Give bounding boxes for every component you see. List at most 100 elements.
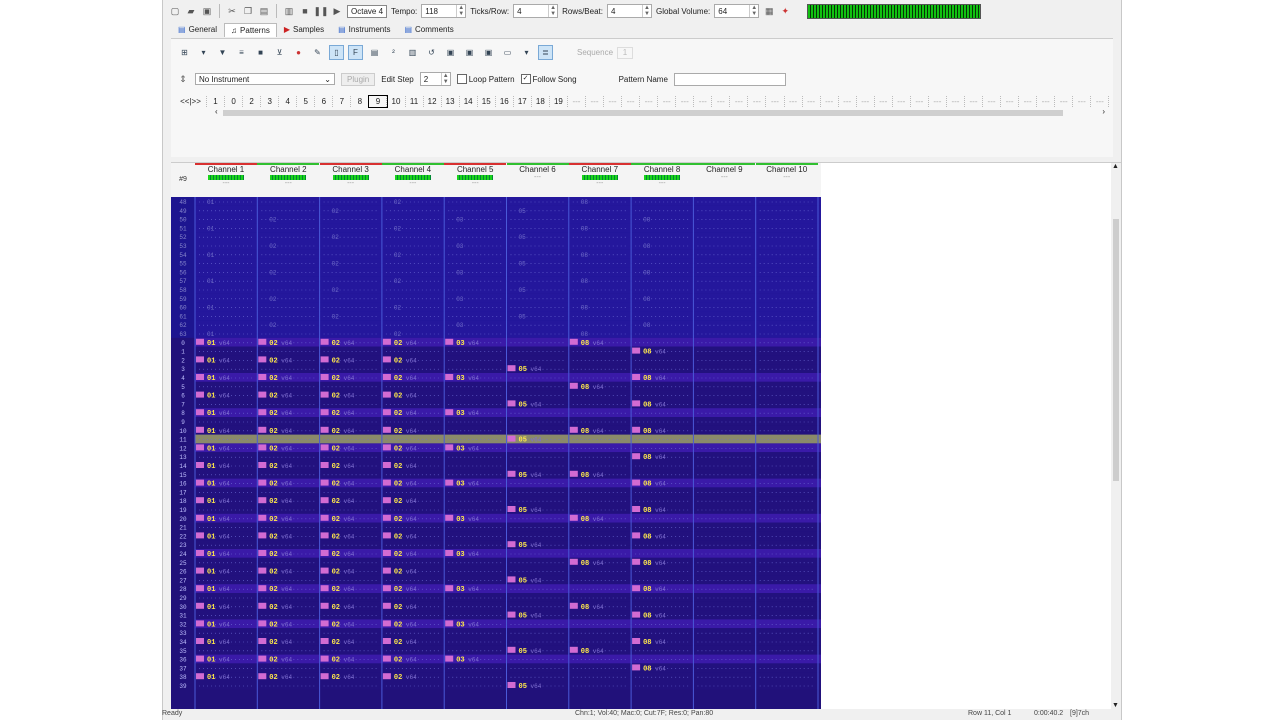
order-empty[interactable]: --- xyxy=(983,96,1002,107)
instrument-spin-icon[interactable]: ⇕ xyxy=(177,73,189,85)
checkmark-icon[interactable]: ✓ xyxy=(520,74,531,84)
channel-header-item[interactable]: Channel 7 --- xyxy=(568,163,631,197)
format-icon[interactable]: F xyxy=(348,45,363,60)
order-empty[interactable]: --- xyxy=(1037,96,1056,107)
order-empty[interactable]: --- xyxy=(839,96,857,107)
order-empty[interactable]: --- xyxy=(604,96,623,107)
order-empty[interactable]: --- xyxy=(821,96,839,107)
order-empty[interactable]: --- xyxy=(748,96,767,107)
order-empty[interactable]: --- xyxy=(1091,96,1110,107)
pause-icon[interactable]: ❚❚ xyxy=(313,5,328,17)
spin-arrows-icon[interactable]: ▲ ▼ xyxy=(456,5,465,17)
order-item[interactable]: 7 xyxy=(333,96,352,107)
channel-header-item[interactable]: Channel 1 --- xyxy=(195,163,257,197)
channel-header-item[interactable]: Channel 4 --- xyxy=(381,163,444,197)
order-empty[interactable]: --- xyxy=(676,96,695,107)
delete-icon[interactable]: ▣ xyxy=(481,45,496,60)
tab-comments[interactable]: ▤ Comments xyxy=(397,23,460,37)
spin-arrows-icon[interactable]: ▲ ▼ xyxy=(440,73,450,85)
order-empty[interactable]: --- xyxy=(1073,96,1092,107)
channel-header-item[interactable]: Channel 5 --- xyxy=(444,163,507,197)
channel-manager-icon[interactable]: ▭ xyxy=(500,45,515,60)
play-icon[interactable]: ▶ xyxy=(331,5,343,17)
undo-icon[interactable]: ↺ xyxy=(424,45,439,60)
order-empty[interactable]: --- xyxy=(1001,96,1020,107)
panic-icon[interactable]: ✦ xyxy=(779,5,791,17)
order-item[interactable]: 5 xyxy=(297,96,316,107)
order-empty[interactable]: --- xyxy=(857,96,875,107)
pen-icon[interactable]: ✎ xyxy=(310,45,325,60)
order-item[interactable]: 2 xyxy=(243,96,262,107)
order-empty[interactable]: --- xyxy=(568,96,586,107)
order-item[interactable]: 6 xyxy=(315,96,334,107)
order-item[interactable]: 10 xyxy=(387,96,406,107)
order-scrollbar[interactable]: ‹ › xyxy=(215,107,1105,117)
order-empty[interactable]: --- xyxy=(730,96,749,107)
order-item[interactable]: 12 xyxy=(424,96,442,107)
edit-step-spinner[interactable]: 2 ▲ ▼ xyxy=(419,72,451,86)
pattern-name-input[interactable] xyxy=(673,72,786,86)
spin-arrows-icon[interactable]: ▲ ▼ xyxy=(641,5,651,17)
order-item[interactable]: 1 xyxy=(207,96,226,107)
save-icon[interactable]: ▣ xyxy=(201,5,213,17)
order-item[interactable]: 0 xyxy=(225,96,244,107)
order-item[interactable]: 18 xyxy=(532,96,550,107)
tab-patterns[interactable]: ♫ Patterns xyxy=(224,23,277,37)
spin-arrows-icon[interactable]: ▲ ▼ xyxy=(749,5,758,17)
record-icon[interactable]: ⊻ xyxy=(272,45,287,60)
tab-samples[interactable]: ▶ Samples xyxy=(277,23,331,37)
new-icon[interactable]: ▢ xyxy=(169,5,181,17)
order-empty[interactable]: --- xyxy=(694,96,713,107)
order-empty[interactable]: --- xyxy=(1055,96,1074,107)
scroll-left-icon[interactable]: ‹ xyxy=(215,107,218,116)
order-empty[interactable]: --- xyxy=(875,96,893,107)
overflow-paste-icon[interactable]: ≣ xyxy=(538,45,553,60)
channel-header-item[interactable]: Channel 6 --- xyxy=(506,163,569,197)
scroll-thumb[interactable] xyxy=(223,110,1063,116)
order-item[interactable]: 17 xyxy=(514,96,532,107)
new-pattern-icon[interactable]: ⊞ xyxy=(177,45,192,60)
tab-general[interactable]: ▤ General xyxy=(171,23,224,37)
cut-icon[interactable]: ✂ xyxy=(226,5,238,17)
order-item[interactable]: 14 xyxy=(460,96,478,107)
split-keyboard-icon[interactable]: ▯ xyxy=(329,45,344,60)
channel-header-item[interactable]: Channel 3 --- xyxy=(319,163,382,197)
metronome-icon[interactable]: ▦ xyxy=(763,5,775,17)
copy-icon[interactable]: ❐ xyxy=(242,5,254,17)
ticks-spinner[interactable]: 4 ▲ ▼ xyxy=(513,4,559,18)
shrink-icon[interactable]: ▥ xyxy=(405,45,420,60)
midi-icon[interactable]: ▥ xyxy=(283,5,295,17)
properties-icon[interactable]: ▤ xyxy=(367,45,382,60)
sequence-value[interactable]: 1 xyxy=(617,46,634,59)
instrument-select[interactable]: No Instrument ⌄ xyxy=(195,73,335,85)
play-row-icon[interactable]: ≡ xyxy=(234,45,249,60)
order-empty[interactable]: --- xyxy=(803,96,821,107)
spin-arrows-icon[interactable]: ▲ ▼ xyxy=(548,5,557,17)
order-item[interactable]: 8 xyxy=(351,96,370,107)
order-item[interactable]: 19 xyxy=(550,96,568,107)
order-nav[interactable]: <<|>> xyxy=(175,96,207,107)
dropdown-icon[interactable]: ▾ xyxy=(519,45,534,60)
octave-select[interactable]: Octave 4 xyxy=(347,4,388,18)
order-item[interactable]: 9 xyxy=(368,95,389,108)
stop-icon[interactable]: ■ xyxy=(299,5,311,17)
scroll-right-icon[interactable]: › xyxy=(1102,107,1105,116)
scroll-up-icon[interactable]: ▲ xyxy=(1112,163,1119,170)
order-item[interactable]: 4 xyxy=(279,96,298,107)
order-empty[interactable]: --- xyxy=(911,96,929,107)
loop-pattern-checkbox[interactable]: Loop Pattern xyxy=(456,74,515,84)
vertical-scrollbar[interactable]: ▲ ▼ xyxy=(1111,163,1121,709)
order-empty[interactable]: --- xyxy=(947,96,965,107)
insert-icon[interactable]: ▣ xyxy=(462,45,477,60)
play-pattern-icon[interactable]: ▼ xyxy=(215,45,230,60)
expand-icon[interactable]: ² xyxy=(386,45,401,60)
order-item[interactable]: 11 xyxy=(406,96,424,107)
follow-song-checkbox[interactable]: ✓ Follow Song xyxy=(520,74,577,84)
scroll-thumb[interactable] xyxy=(1113,219,1119,481)
channel-header-item[interactable]: Channel 10 --- xyxy=(755,163,818,197)
order-empty[interactable]: --- xyxy=(640,96,659,107)
order-empty[interactable]: --- xyxy=(785,96,803,107)
order-empty[interactable]: --- xyxy=(929,96,947,107)
transpose-icon[interactable]: ▣ xyxy=(443,45,458,60)
pattern-grid[interactable]: 48 49 50 51 52 53 54 55 56 57 58 59 60 61 62 63 0 1 2 3 4 5 6 7… xyxy=(171,197,821,709)
